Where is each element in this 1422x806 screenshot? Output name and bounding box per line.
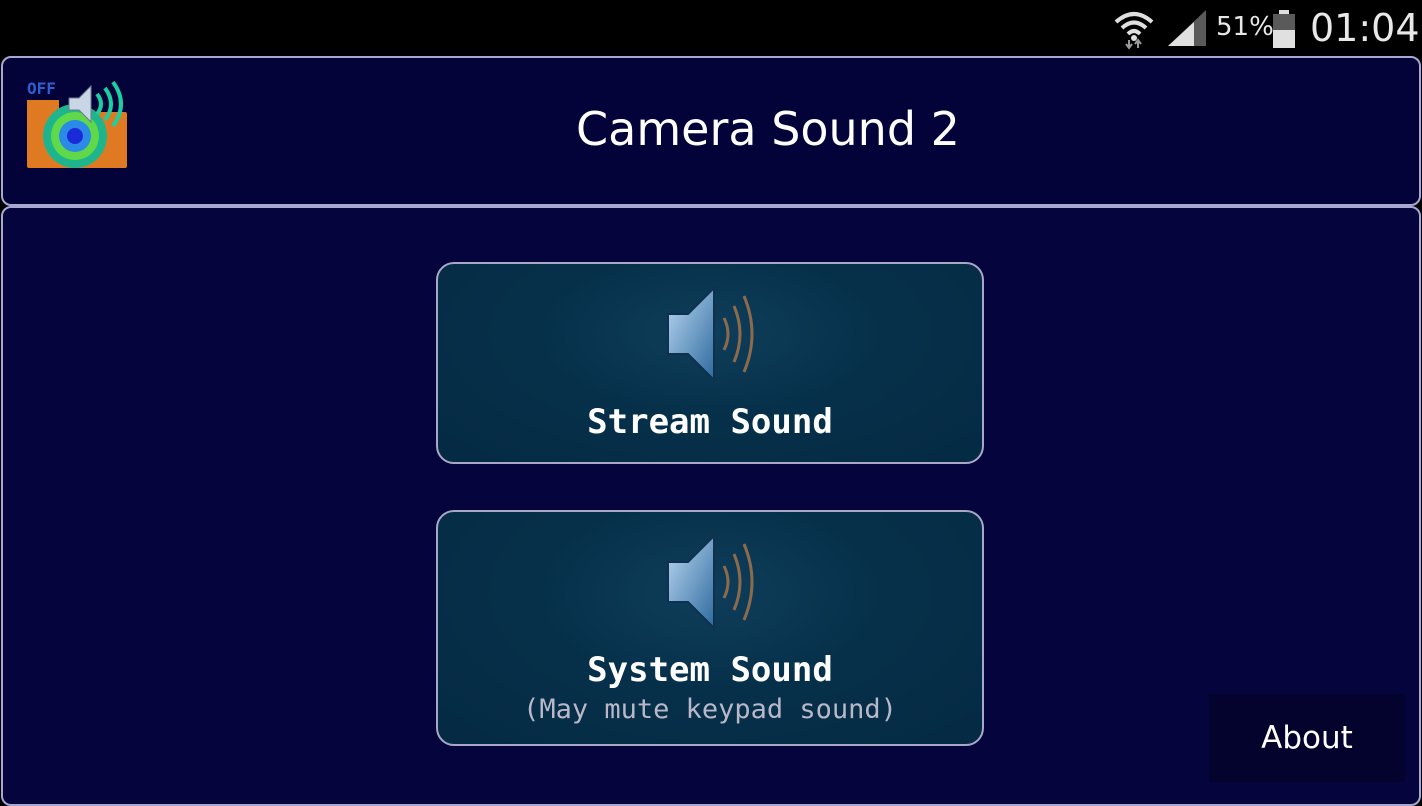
status-bar: 51% 01:04: [0, 0, 1422, 56]
system-sound-label: System Sound: [587, 650, 833, 690]
header-panel: OFF Camera Sound 2: [1, 56, 1421, 206]
about-button[interactable]: About: [1209, 694, 1405, 782]
stream-sound-label: Stream Sound: [587, 402, 833, 442]
clock: 01:04: [1310, 6, 1420, 50]
signal-icon: [1168, 10, 1206, 46]
system-sound-sublabel: (May mute keypad sound): [523, 694, 897, 725]
app-title: Camera Sound 2: [576, 102, 960, 156]
main-panel: Stream Sound System Sound (May mute keyp…: [1, 206, 1421, 806]
svg-text:OFF: OFF: [27, 79, 56, 98]
battery-icon: [1273, 10, 1295, 48]
battery-percent: 51%: [1216, 12, 1274, 42]
stream-sound-button[interactable]: Stream Sound: [436, 262, 984, 464]
system-sound-button[interactable]: System Sound (May mute keypad sound): [436, 510, 984, 746]
speaker-icon: [667, 533, 754, 631]
speaker-icon: [667, 285, 754, 383]
wifi-icon: [1114, 12, 1154, 50]
